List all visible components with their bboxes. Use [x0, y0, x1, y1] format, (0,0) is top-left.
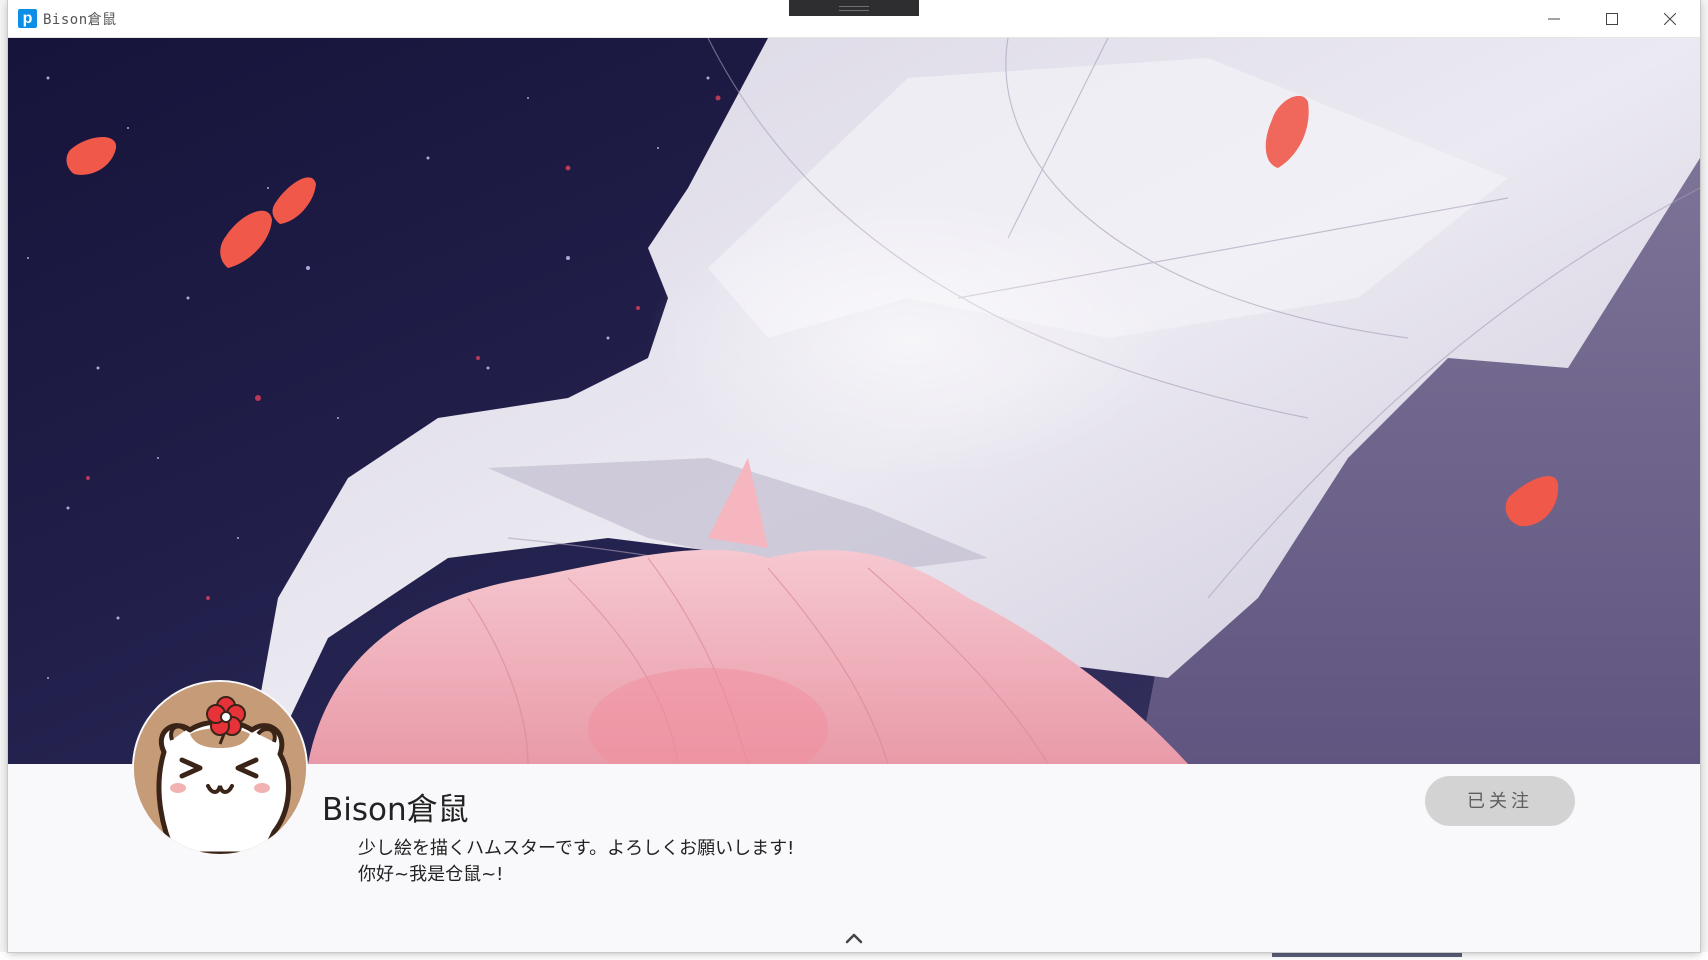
- maximize-icon: [1606, 12, 1618, 25]
- avatar[interactable]: [134, 682, 306, 854]
- maximize-button[interactable]: [1583, 0, 1641, 37]
- chevron-up-icon: [845, 933, 863, 944]
- desktop-background: p Bison倉鼠 Bison倉鼠 少し絵を描くハムスターです。よろしくお願いし…: [0, 0, 1708, 960]
- hamster-avatar-icon: [134, 682, 306, 854]
- close-button[interactable]: [1641, 0, 1699, 37]
- collapse-button[interactable]: [844, 930, 864, 944]
- title-bar[interactable]: p Bison倉鼠: [8, 0, 1700, 38]
- profile-username: Bison倉鼠: [322, 792, 469, 828]
- banner-artwork: [8, 38, 1700, 764]
- drag-handle[interactable]: [789, 0, 919, 16]
- follow-button[interactable]: 已关注: [1425, 776, 1575, 826]
- minimize-button[interactable]: [1525, 0, 1583, 37]
- app-window: p Bison倉鼠 Bison倉鼠 少し絵を描くハムスターです。よろしくお願いし…: [8, 0, 1700, 952]
- desktop-bottom-strip: [0, 952, 1708, 960]
- profile-bio: 少し絵を描くハムスターです。よろしくお願いします! 你好~我是仓鼠~!: [358, 836, 794, 888]
- bio-line-1: 少し絵を描くハムスターです。よろしくお願いします!: [358, 838, 795, 859]
- minimize-icon: [1548, 18, 1560, 19]
- profile-banner: [8, 38, 1700, 764]
- app-logo-icon: p: [18, 9, 37, 28]
- window-title: Bison倉鼠: [43, 12, 117, 28]
- taskbar-accent: [1272, 952, 1462, 957]
- close-icon: [1664, 12, 1676, 25]
- bio-line-2: 你好~我是仓鼠~!: [358, 864, 504, 885]
